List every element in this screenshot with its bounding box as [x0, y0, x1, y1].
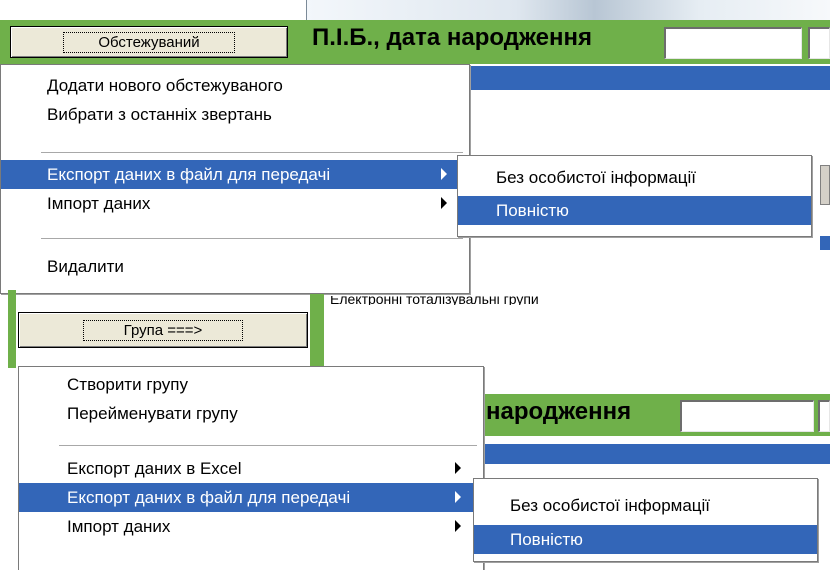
submenu-arrow-icon [441, 168, 447, 180]
menu-item-label: Перейменувати групу [67, 403, 238, 423]
menu-item-label: Експорт даних в файл для передачі [47, 164, 331, 184]
pib-input[interactable] [664, 27, 802, 59]
right-edge-control [820, 165, 830, 205]
submenu-item-without-personal[interactable]: Без особистої інформації [458, 163, 811, 192]
submenu-arrow-icon [455, 520, 461, 532]
menu-item-label: Без особистої інформації [510, 495, 711, 515]
menu-item-export-excel[interactable]: Експорт даних в Excel [19, 454, 483, 483]
menu-item-label: Додати нового обстежуваного [47, 75, 283, 95]
window-title-strip [306, 0, 830, 20]
menu-item-add-examinee[interactable]: Додати нового обстежуваного [1, 71, 469, 100]
submenu-arrow-icon [455, 491, 461, 503]
partial-header-text: Електронні тоталізувальні групи [330, 296, 539, 305]
bottom-green-left [8, 290, 16, 368]
menu-item-create-group[interactable]: Створити групу [19, 370, 483, 399]
submenu-item-without-personal[interactable]: Без особистої інформації [474, 491, 817, 520]
group-pib-input[interactable] [680, 400, 814, 432]
menu-item-label: Імпорт даних [67, 516, 171, 536]
group-button-label: Група ===> [82, 319, 244, 341]
menu-item-label: Вибрати з останніх звертань [47, 104, 272, 124]
menu-item-label: Створити групу [67, 374, 188, 394]
menu-item-label: Експорт даних в файл для передачі [67, 487, 351, 507]
menu-item-label: Видалити [47, 256, 124, 276]
group-pib-input-extra[interactable] [818, 400, 830, 432]
menu-separator [41, 152, 463, 154]
menu-separator [41, 238, 463, 240]
bottom-selection-bar [474, 444, 830, 464]
right-edge-blue [820, 236, 830, 250]
menu-item-delete[interactable]: Видалити [1, 252, 469, 281]
menu-item-label: Імпорт даних [47, 193, 151, 213]
menu-item-choose-recent[interactable]: Вибрати з останніх звертань [1, 100, 469, 129]
menu-item-export-transfer[interactable]: Експорт даних в файл для передачі [19, 483, 483, 512]
submenu-arrow-icon [441, 197, 447, 209]
examinee-menu: Додати нового обстежуваного Вибрати з ос… [0, 64, 470, 294]
menu-separator [59, 445, 477, 447]
group-button[interactable]: Група ===> [18, 312, 308, 348]
menu-item-export-transfer[interactable]: Експорт даних в файл для передачі [1, 160, 469, 189]
menu-item-label: Повністю [496, 200, 569, 220]
menu-item-label: Експорт даних в Excel [67, 458, 242, 478]
group-export-submenu: Без особистої інформації Повністю [473, 478, 818, 562]
pib-label: П.І.Б., дата народження [312, 24, 592, 51]
export-submenu: Без особистої інформації Повністю [457, 155, 812, 237]
pib-label-partial: а народження [466, 398, 632, 425]
top-selection-bar [456, 66, 830, 90]
menu-item-rename-group[interactable]: Перейменувати групу [19, 399, 483, 428]
menu-item-import[interactable]: Імпорт даних [19, 512, 483, 541]
menu-item-label: Повністю [510, 529, 583, 549]
pib-input-extra[interactable] [808, 27, 830, 59]
menu-item-import[interactable]: Імпорт даних [1, 189, 469, 218]
submenu-item-full[interactable]: Повністю [474, 525, 817, 554]
menu-item-label: Без особистої інформації [496, 167, 697, 187]
examinee-button[interactable]: Обстежуваний [10, 26, 288, 58]
bottom-green-right [310, 294, 324, 368]
examinee-button-label: Обстежуваний [63, 31, 235, 53]
group-menu: Створити групу Перейменувати групу Експо… [18, 366, 484, 570]
submenu-arrow-icon [455, 462, 461, 474]
submenu-item-full[interactable]: Повністю [458, 196, 811, 225]
